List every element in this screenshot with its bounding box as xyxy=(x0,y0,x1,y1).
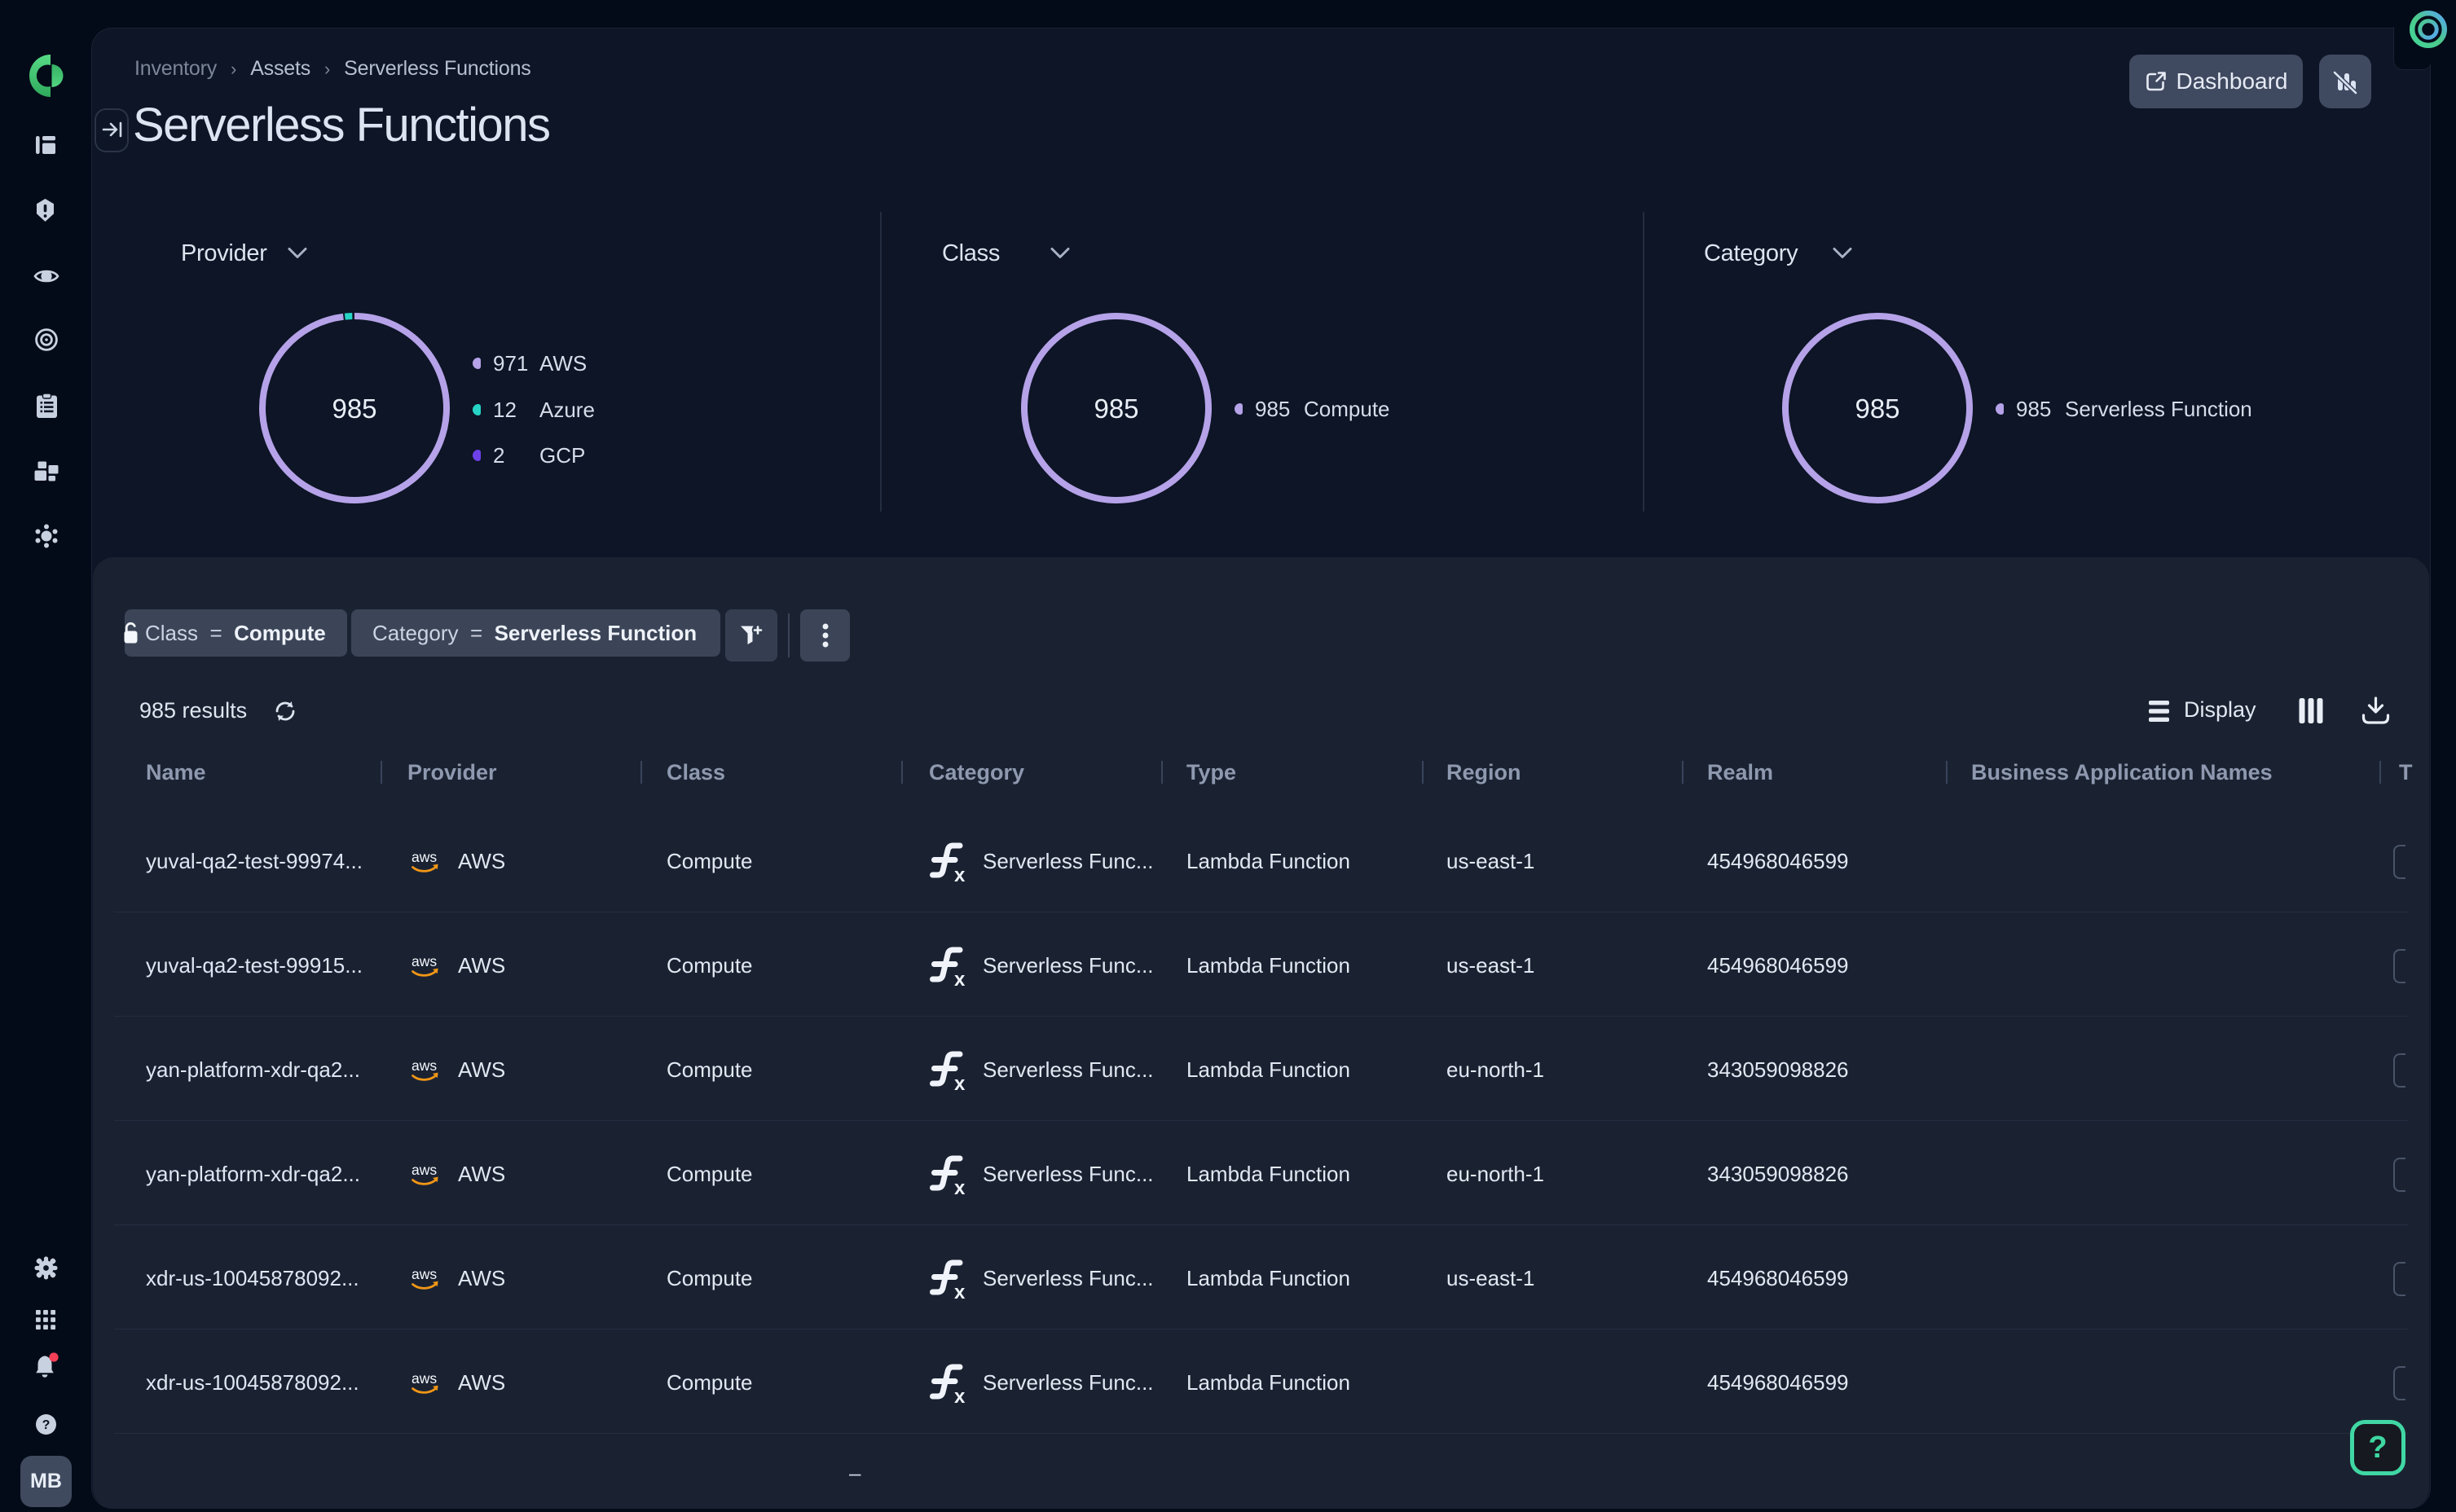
svg-text:aws: aws xyxy=(412,850,437,865)
svg-text:?: ? xyxy=(42,1418,51,1432)
svg-text:x: x xyxy=(954,864,966,884)
svg-text:x: x xyxy=(954,969,966,988)
svg-text:aws: aws xyxy=(412,1059,437,1074)
svg-text:x: x xyxy=(954,1073,966,1092)
svg-text:x: x xyxy=(954,1177,966,1197)
svg-text:aws: aws xyxy=(412,1372,437,1387)
svg-text:aws: aws xyxy=(412,1163,437,1178)
svg-text:aws: aws xyxy=(412,1268,437,1282)
svg-text:x: x xyxy=(954,1386,966,1405)
svg-text:aws: aws xyxy=(412,955,437,969)
svg-text:x: x xyxy=(954,1281,966,1301)
